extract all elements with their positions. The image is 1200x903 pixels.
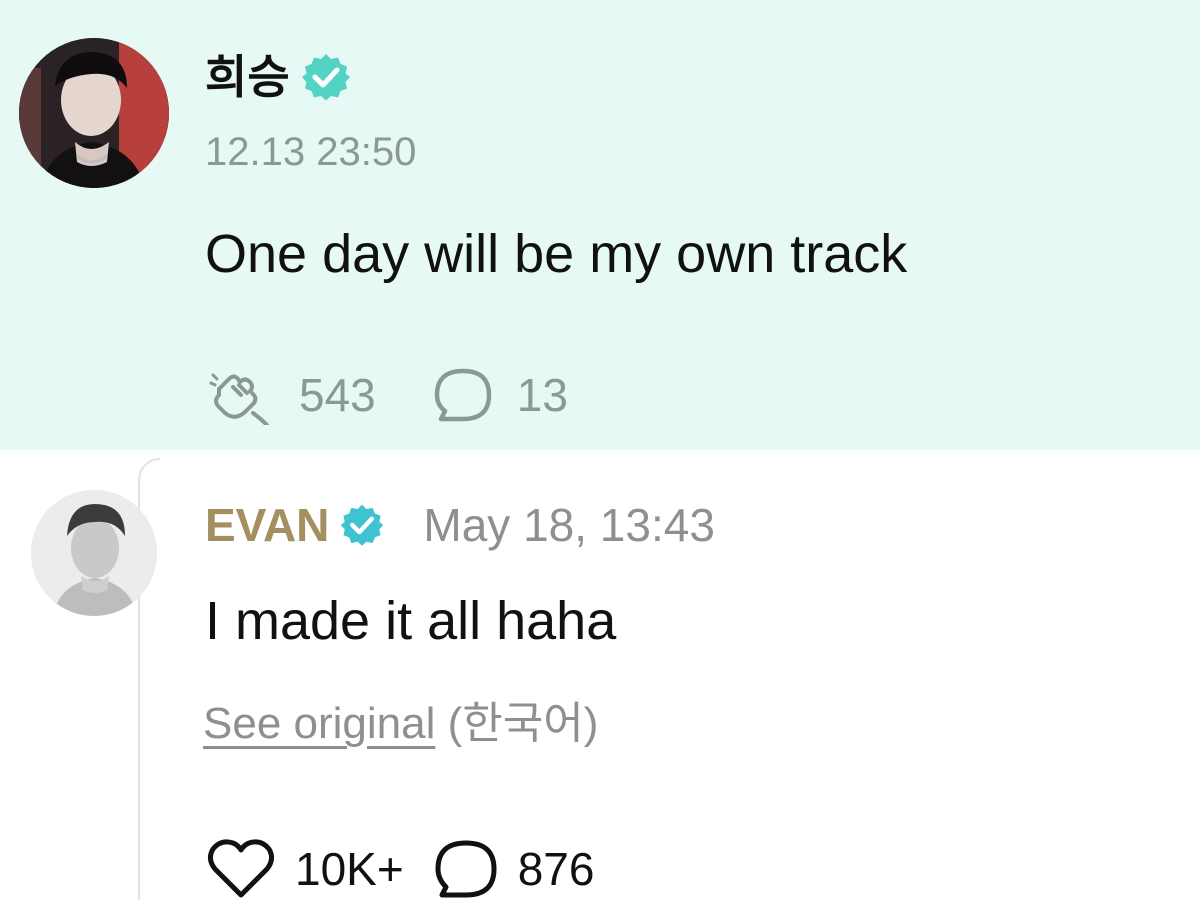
- avatar-image: [19, 38, 169, 188]
- speech-bubble-icon: [435, 840, 497, 898]
- author-avatar[interactable]: [19, 38, 169, 188]
- author-name[interactable]: 희승: [205, 54, 290, 100]
- reply-timestamp: May 18, 13:43: [423, 499, 715, 551]
- cheer-count: 543: [299, 369, 376, 421]
- heart-icon: [207, 839, 275, 898]
- avatar-image: [31, 490, 157, 616]
- reply-author-name[interactable]: EVAN: [205, 502, 329, 548]
- translation-row: See original (한국어): [203, 698, 598, 751]
- like-button[interactable]: 10K+: [205, 837, 404, 901]
- verified-badge-icon: [339, 502, 385, 548]
- post-timestamp: 12.13 23:50: [205, 130, 417, 174]
- post-body-text: One day will be my own track: [205, 224, 908, 284]
- like-count: 10K+: [295, 843, 404, 895]
- cheer-hand-icon: [209, 373, 269, 425]
- reply-author-avatar[interactable]: [31, 490, 157, 616]
- speech-bubble-icon: [434, 368, 491, 422]
- original-language-label: (한국어): [447, 699, 599, 748]
- see-original-link[interactable]: See original: [203, 699, 435, 748]
- comment-button[interactable]: 13: [431, 365, 568, 425]
- reply-body-text: I made it all haha: [205, 591, 617, 651]
- reply-header: EVAN May 18, 13:43: [205, 494, 715, 556]
- original-post: 희승 12.13 23:50 One day will be my own tr…: [0, 0, 1200, 450]
- reply-comment-count: 876: [517, 843, 595, 895]
- post-actions: 543 13: [205, 365, 623, 425]
- comment-count: 13: [516, 369, 568, 421]
- reply-actions: 10K+ 876: [205, 835, 622, 903]
- cheer-button[interactable]: 543: [205, 365, 376, 425]
- verified-badge-icon: [300, 51, 352, 103]
- reply-comment-button[interactable]: 876: [432, 837, 595, 901]
- post-author-row: 희승: [205, 42, 352, 112]
